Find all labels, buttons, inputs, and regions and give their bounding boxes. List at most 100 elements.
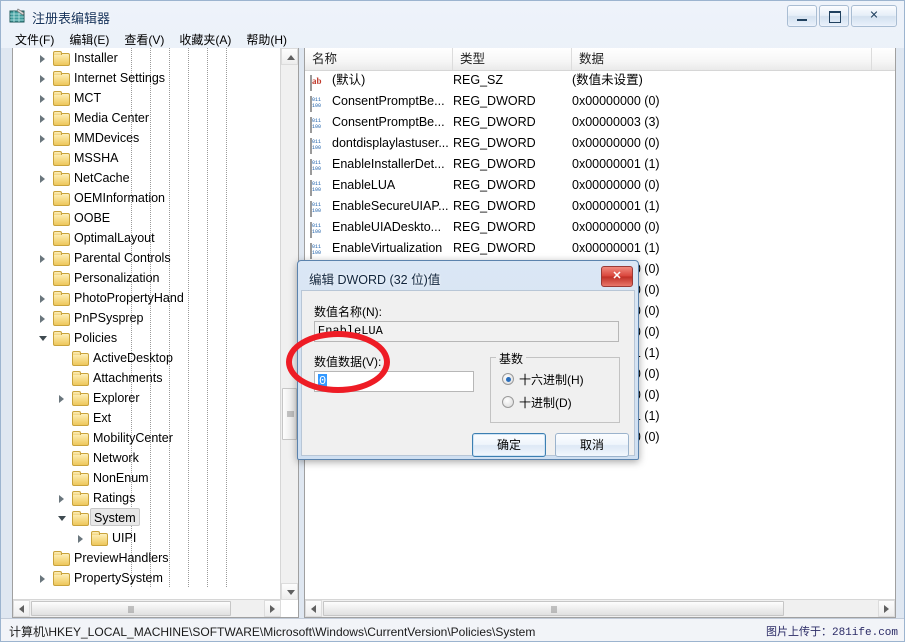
tree-scroll-thumb[interactable] [282,388,297,440]
table-row[interactable]: EnableVirtualizationREG_DWORD0x00000001 … [305,238,895,259]
table-row[interactable]: dontdisplaylastuser...REG_DWORD0x0000000… [305,133,895,154]
value-data-cell: (数值未设置) [572,70,643,91]
tree-node-mssha[interactable]: MSSHA [13,148,282,168]
chevron-right-icon[interactable] [37,68,51,88]
folder-glyph [72,351,88,365]
registry-tree-pane[interactable]: InstallerInternet SettingsMCTMedia Cente… [12,48,299,618]
menu-view[interactable]: 查看(V) [118,30,173,49]
list-column-header-0[interactable]: 名称 [305,48,453,70]
tree-node-mobilitycenter[interactable]: MobilityCenter [13,428,282,448]
chevron-right-icon[interactable] [37,108,51,128]
value-data-cell: 0x00000000 (0) [572,91,660,112]
tree-node-pnpsysprep[interactable]: PnPSysprep [13,308,282,328]
tree-node-explorer[interactable]: Explorer [13,388,282,408]
tree-hscroll-left-arrow[interactable] [13,600,30,617]
tree-node-parental-controls[interactable]: Parental Controls [13,248,282,268]
list-hscroll-thumb[interactable] [323,601,784,616]
tree-node-nonenum[interactable]: NonEnum [13,468,282,488]
table-row[interactable]: EnableLUAREG_DWORD0x00000000 (0) [305,175,895,196]
table-row[interactable]: (默认)REG_SZ(数值未设置) [305,70,895,91]
tree-node-label: Media Center [74,108,149,128]
tree-vertical-scrollbar[interactable] [280,48,298,600]
tree-hscroll-right-arrow[interactable] [264,600,281,617]
list-hscroll-right-arrow[interactable] [878,600,895,617]
tree-node-personalization[interactable]: Personalization [13,268,282,288]
tree-node-network[interactable]: Network [13,448,282,468]
chevron-right-icon[interactable] [37,128,51,148]
chevron-right-icon[interactable] [37,308,51,328]
dialog-close-button[interactable]: ✕ [601,266,633,287]
menu-favorites[interactable]: 收藏夹(A) [173,30,240,49]
tree-node-optimallayout[interactable]: OptimalLayout [13,228,282,248]
folder-icon [72,391,88,405]
tree-node-propertysystem[interactable]: PropertySystem [13,568,282,588]
table-row[interactable]: EnableSecureUIAP...REG_DWORD0x00000001 (… [305,196,895,217]
tree-node-label: Policies [74,328,117,348]
tree-hscroll-thumb[interactable] [31,601,231,616]
table-row[interactable]: ConsentPromptBe...REG_DWORD0x00000000 (0… [305,91,895,112]
list-column-header-1[interactable]: 类型 [453,48,572,70]
registry-tree: InstallerInternet SettingsMCTMedia Cente… [13,48,282,588]
edit-dword-dialog[interactable]: 编辑 DWORD (32 位)值 ✕ 数值名称(N): EnableLUA 数值… [297,260,639,460]
window-title: 注册表编辑器 [32,8,110,27]
tree-node-previewhandlers[interactable]: PreviewHandlers [13,548,282,568]
tree-node-ext[interactable]: Ext [13,408,282,428]
tree-horizontal-scrollbar[interactable] [13,599,281,617]
minimize-button[interactable] [787,5,817,27]
value-data-input[interactable]: 0 [314,371,474,392]
tree-scroll-up-arrow[interactable] [281,48,298,65]
folder-icon [72,451,88,465]
chevron-right-icon[interactable] [75,528,89,548]
tree-node-internet-settings[interactable]: Internet Settings [13,68,282,88]
chevron-right-icon[interactable] [37,288,51,308]
dword-value-icon [310,115,326,130]
menu-edit[interactable]: 编辑(E) [63,30,118,49]
close-button[interactable]: ✕ [851,5,897,27]
tree-node-photopropertyhand[interactable]: PhotoPropertyHand [13,288,282,308]
chevron-right-icon[interactable] [56,488,70,508]
folder-glyph [53,211,69,225]
chevron-right-icon[interactable] [56,388,70,408]
tree-node-installer[interactable]: Installer [13,48,282,68]
tree-node-policies[interactable]: Policies [13,328,282,348]
chevron-right-icon[interactable] [37,168,51,188]
chevron-right-icon[interactable] [37,48,51,68]
tree-node-system[interactable]: System [13,508,282,528]
folder-icon [53,211,69,225]
tree-node-activedesktop[interactable]: ActiveDesktop [13,348,282,368]
tree-node-media-center[interactable]: Media Center [13,108,282,128]
list-hscroll-left-arrow[interactable] [305,600,322,617]
chevron-down-icon[interactable] [37,328,51,348]
cancel-button[interactable]: 取消 [555,433,629,457]
menu-help[interactable]: 帮助(H) [240,30,296,49]
menu-file[interactable]: 文件(F) [9,30,63,49]
maximize-button[interactable] [819,5,849,27]
table-row[interactable]: EnableInstallerDet...REG_DWORD0x00000001… [305,154,895,175]
tree-node-ratings[interactable]: Ratings [13,488,282,508]
table-row[interactable]: EnableUIADeskto...REG_DWORD0x00000000 (0… [305,217,895,238]
list-horizontal-scrollbar[interactable] [305,599,895,617]
table-row[interactable]: ConsentPromptBe...REG_DWORD0x00000003 (3… [305,112,895,133]
tree-node-mmdevices[interactable]: MMDevices [13,128,282,148]
chevron-right-icon[interactable] [37,88,51,108]
value-data-text: 0 [318,374,327,388]
tree-node-attachments[interactable]: Attachments [13,368,282,388]
list-column-header-2[interactable]: 数据 [572,48,872,70]
list-column-headers[interactable]: 名称类型数据 [305,48,895,71]
chevron-right-icon[interactable] [37,248,51,268]
base-group-label: 基数 [496,350,526,367]
tree-node-mct[interactable]: MCT [13,88,282,108]
tree-node-label: NetCache [74,168,130,188]
tree-node-netcache[interactable]: NetCache [13,168,282,188]
chevron-down-icon[interactable] [56,508,70,528]
tree-node-label: Parental Controls [74,248,171,268]
tree-node-oobe[interactable]: OOBE [13,208,282,228]
tree-node-oeminformation[interactable]: OEMInformation [13,188,282,208]
folder-glyph [53,111,69,125]
value-name-input[interactable]: EnableLUA [314,321,619,342]
tree-node-uipi[interactable]: UIPI [13,528,282,548]
folder-glyph [53,191,69,205]
tree-scroll-down-arrow[interactable] [281,583,298,600]
ok-button[interactable]: 确定 [472,433,546,457]
chevron-right-icon[interactable] [37,568,51,588]
